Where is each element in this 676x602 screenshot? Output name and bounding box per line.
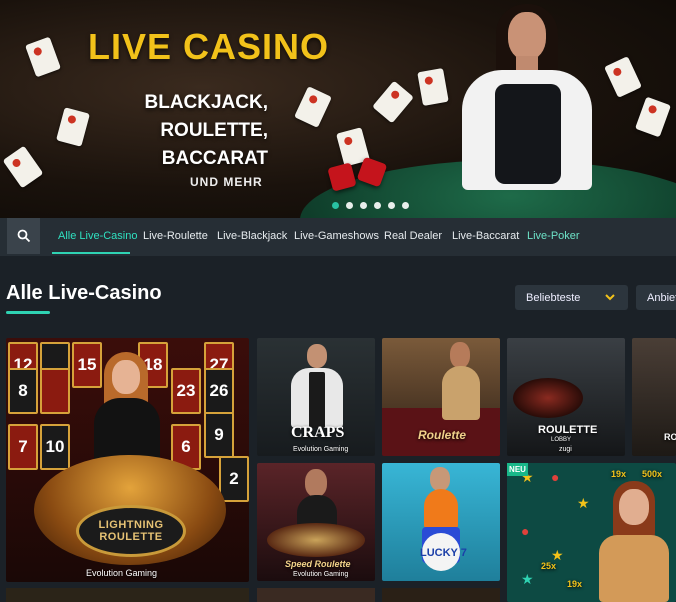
provider-label: Evolution Gaming bbox=[293, 571, 349, 578]
hero-line: BLACKJACK, bbox=[144, 92, 269, 113]
game-tile-partial[interactable] bbox=[382, 588, 500, 602]
multiplier-label: 19x bbox=[611, 469, 627, 479]
star-icon: ★ bbox=[577, 495, 590, 511]
apple-icon: ● bbox=[551, 469, 560, 485]
card-decoration bbox=[372, 80, 414, 124]
game-tile-slot-show[interactable]: ★ ● ★ ● ★ ★ 19x 500x 25x 19x bbox=[507, 463, 676, 602]
provider-label: Evolution Gaming bbox=[293, 446, 349, 453]
tab-live-roulette[interactable]: Live-Roulette bbox=[143, 230, 208, 242]
game-title: Speed Roulette bbox=[285, 559, 351, 569]
number-cell: 7 bbox=[8, 424, 38, 470]
number-cell: 9 bbox=[204, 412, 234, 458]
sort-dropdown[interactable]: Beliebteste bbox=[515, 285, 628, 310]
card-decoration bbox=[24, 36, 62, 78]
card-decoration bbox=[294, 86, 332, 128]
category-nav: Alle Live-Casino Live-Roulette Live-Blac… bbox=[0, 218, 676, 256]
hero-title: LIVE CASINO bbox=[88, 26, 330, 67]
tab-alle-live-casino[interactable]: Alle Live-Casino bbox=[58, 230, 137, 242]
game-tile-speed-roulette[interactable]: Speed Roulette Evolution Gaming bbox=[257, 463, 375, 581]
star-icon: ★ bbox=[521, 571, 534, 587]
dealer-image bbox=[440, 342, 484, 422]
section-title: Alle Live-Casino bbox=[6, 282, 162, 304]
card-decoration bbox=[56, 107, 90, 147]
number-cell: 10 bbox=[40, 424, 70, 470]
tab-live-gameshows[interactable]: Live-Gameshows bbox=[294, 230, 379, 242]
game-title: CRAPS bbox=[291, 424, 345, 441]
roulette-wheel-graphic bbox=[513, 378, 583, 418]
carousel-dot[interactable] bbox=[388, 202, 395, 209]
active-tab-indicator bbox=[52, 252, 130, 254]
number-cell: 23 bbox=[171, 368, 201, 414]
game-tile-lucky-7[interactable]: LUCKY 7 bbox=[382, 463, 500, 581]
sort-dropdown-label: Beliebteste bbox=[526, 292, 581, 304]
carousel-dot[interactable] bbox=[374, 202, 381, 209]
hero-banner[interactable]: LIVE CASINO BLACKJACK, ROULETTE, BACCARA… bbox=[0, 0, 676, 218]
section-underline bbox=[6, 311, 50, 314]
tab-live-baccarat[interactable]: Live-Baccarat bbox=[452, 230, 519, 242]
carousel-dot[interactable] bbox=[402, 202, 409, 209]
new-badge: NEU bbox=[507, 463, 528, 476]
game-subtitle: ROULETTE bbox=[99, 531, 163, 543]
dealer-image bbox=[440, 0, 610, 218]
multiplier-label: 25x bbox=[541, 561, 557, 571]
provider-label: zugi bbox=[559, 446, 572, 453]
provider-dropdown-label: Anbieter bbox=[647, 292, 676, 304]
carousel-dot[interactable] bbox=[346, 202, 353, 209]
game-tile-partial[interactable]: RO bbox=[632, 338, 676, 456]
hero-more: UND MEHR bbox=[190, 175, 263, 189]
hero-line: ROULETTE, bbox=[160, 120, 268, 141]
roulette-wheel-graphic bbox=[267, 523, 365, 557]
carousel-dots bbox=[332, 202, 409, 209]
number-cell: 26 bbox=[204, 368, 234, 414]
carousel-dot[interactable] bbox=[360, 202, 367, 209]
hero-line: BACCARAT bbox=[161, 148, 268, 169]
game-title: LUCKY 7 bbox=[420, 547, 467, 559]
multiplier-label: 500x bbox=[642, 469, 663, 479]
search-icon bbox=[17, 229, 30, 243]
provider-dropdown[interactable]: Anbieter bbox=[636, 285, 676, 310]
multiplier-label: 19x bbox=[567, 579, 583, 589]
dealer-image bbox=[287, 344, 347, 434]
game-title: RO bbox=[664, 432, 676, 442]
number-cell: 2 bbox=[219, 456, 249, 502]
presenter-image bbox=[599, 481, 669, 602]
game-title: LIGHTNING bbox=[98, 519, 164, 531]
carousel-dot[interactable] bbox=[332, 202, 339, 209]
tab-live-blackjack[interactable]: Live-Blackjack bbox=[217, 230, 287, 242]
tab-real-dealer[interactable]: Real Dealer bbox=[384, 230, 442, 242]
lightning-roulette-logo: LIGHTNING ROULETTE bbox=[76, 505, 186, 557]
card-decoration bbox=[2, 145, 44, 189]
apple-icon: ● bbox=[521, 523, 530, 539]
number-cell: 8 bbox=[8, 368, 38, 414]
provider-label-wrap: Evolution Gaming bbox=[86, 566, 206, 580]
tab-live-poker[interactable]: Live-Poker bbox=[527, 230, 580, 242]
game-tile-roulette[interactable]: Roulette bbox=[382, 338, 500, 456]
chevron-down-icon bbox=[605, 294, 615, 301]
game-subtitle: LOBBY bbox=[551, 437, 572, 443]
game-title: Roulette bbox=[418, 428, 466, 442]
search-button[interactable] bbox=[7, 218, 40, 254]
game-title: ROULETTE bbox=[538, 424, 598, 436]
game-tile-roulette-lobby[interactable]: ROULETTE LOBBY zugi bbox=[507, 338, 625, 456]
provider-label: Evolution Gaming bbox=[86, 568, 158, 578]
game-tile-partial[interactable] bbox=[6, 588, 249, 602]
card-decoration bbox=[634, 96, 672, 138]
game-tile-partial[interactable] bbox=[257, 588, 375, 602]
number-cell bbox=[40, 368, 70, 414]
game-tile-craps[interactable]: CRAPS Evolution Gaming bbox=[257, 338, 375, 456]
